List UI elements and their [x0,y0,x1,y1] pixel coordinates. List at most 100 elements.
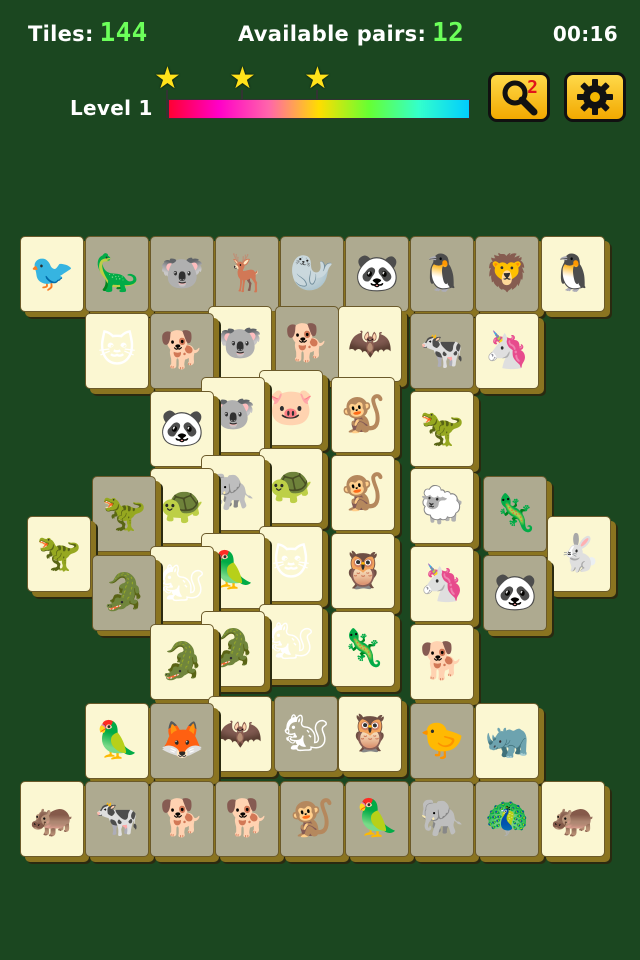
tile-rabbit[interactable]: 🐇 [547,516,611,592]
tile-sheep[interactable]: 🐑 [410,468,474,544]
monkey-icon: 🐒 [289,798,335,839]
dog-icon: 🐕 [224,798,270,839]
tile-crocodile[interactable]: 🐊 [92,555,156,631]
owl-icon: 🦉 [340,550,386,591]
tile-unicorn[interactable]: 🦄 [410,546,474,622]
hippo-icon: 🦛 [29,798,75,839]
dog-icon: 🐕 [159,798,205,839]
pig-icon: 🐷 [268,387,314,428]
tile-chick[interactable]: 🐤 [410,703,474,779]
koala-icon: 🐨 [217,323,263,364]
triceratops-icon: 🦖 [36,533,82,574]
dog-icon: 🐕 [284,323,330,364]
triceratops-icon: 🦖 [101,493,147,534]
tile-seal[interactable]: 🦭 [280,236,344,312]
tile-triceratops[interactable]: 🦖 [410,391,474,467]
parrot-icon: 🦜 [94,720,140,761]
tile-hippo[interactable]: 🦛 [541,781,605,857]
tile-koala[interactable]: 🐨 [150,236,214,312]
rabbit-icon: 🐇 [556,533,602,574]
monkey-icon: 🐒 [340,472,386,513]
tile-panda[interactable]: 🐼 [345,236,409,312]
cat-icon: 🐱 [98,330,136,371]
unicorn-icon: 🦄 [419,563,465,604]
tile-monkey[interactable]: 🐒 [331,377,395,453]
peacock-icon: 🦚 [484,798,530,839]
reindeer-icon: 🦌 [224,253,270,294]
cow-icon: 🐄 [419,330,465,371]
tile-elephant[interactable]: 🐘 [410,781,474,857]
elephant-icon: 🐘 [210,472,256,513]
tile-chameleon[interactable]: 🦎 [483,476,547,552]
pelican-icon: 🐦 [29,253,75,294]
tile-chameleon[interactable]: 🦎 [331,611,395,687]
bat-icon: 🦇 [217,713,263,754]
tile-cow[interactable]: 🐄 [410,313,474,389]
tile-dog[interactable]: 🐕 [150,781,214,857]
tile-owl[interactable]: 🦉 [338,696,402,772]
parrot-icon: 🦜 [210,550,256,591]
crocodile-icon: 🐊 [159,641,205,682]
tile-pelican[interactable]: 🐦 [20,236,84,312]
triceratops-icon: 🦖 [419,408,465,449]
panda-icon: 🐼 [354,253,400,294]
chick-icon: 🐤 [419,720,465,761]
stegosaurus-icon: 🦕 [94,253,140,294]
cat-icon: 🐱 [272,543,310,584]
tile-squirrel[interactable]: 🐿 [274,696,338,772]
tile-reindeer[interactable]: 🦌 [215,236,279,312]
bat-icon: 🦇 [347,323,393,364]
turtle-icon: 🐢 [159,485,205,526]
tile-peacock[interactable]: 🦚 [475,781,539,857]
tile-bat[interactable]: 🦇 [208,696,272,772]
dog-icon: 🐕 [159,330,205,371]
lion-icon: 🦁 [484,253,530,294]
hippo-icon: 🦛 [550,798,596,839]
squirrel-icon: 🐿 [268,621,314,662]
tile-monkey[interactable]: 🐒 [280,781,344,857]
tile-pig[interactable]: 🐷 [259,370,323,446]
tile-squirrel[interactable]: 🐿 [259,604,323,680]
tile-rhino[interactable]: 🦏 [475,703,539,779]
koala-icon: 🐨 [159,253,205,294]
tile-parrot[interactable]: 🦜 [345,781,409,857]
chameleon-icon: 🦎 [340,628,386,669]
cow-icon: 🐄 [94,798,140,839]
squirrel-icon: 🐿 [159,563,205,604]
tile-hippo[interactable]: 🦛 [20,781,84,857]
penguin-icon: 🐧 [550,253,596,294]
tile-cow[interactable]: 🐄 [85,781,149,857]
tile-unicorn[interactable]: 🦄 [475,313,539,389]
dog-icon: 🐕 [419,641,465,682]
mahjong-board: 🐦 🦕 🐨 🦌 🦭 🐼 🐧 🦁 🐧 🐱 🐕 🐨 🐕 🦇 🐄 🦄 🐼 🐨 🐷 🐒 🦖 🦖 🐢 🐘 🐢 🐒 🐑 🦎 🦖 🐇 🐊 🐿 🦜 🐱 🦉 🦄 🐼 🐊 🐊 🐿… [0,0,640,960]
tile-penguin[interactable]: 🐧 [541,236,605,312]
tile-dog[interactable]: 🐕 [410,624,474,700]
penguin-icon: 🐧 [419,253,465,294]
tile-triceratops[interactable]: 🦖 [27,516,91,592]
tile-parrot[interactable]: 🦜 [85,703,149,779]
turtle-icon: 🐢 [268,465,314,506]
fox-icon: 🦊 [159,720,205,761]
tile-cat[interactable]: 🐱 [85,313,149,389]
tile-monkey[interactable]: 🐒 [331,455,395,531]
panda-icon: 🐼 [159,408,205,449]
tile-triceratops[interactable]: 🦖 [92,476,156,552]
owl-icon: 🦉 [347,713,393,754]
tile-cat[interactable]: 🐱 [259,526,323,602]
tile-crocodile[interactable]: 🐊 [150,624,214,700]
tile-bat[interactable]: 🦇 [338,306,402,382]
tile-stegosaurus[interactable]: 🦕 [85,236,149,312]
tile-turtle[interactable]: 🐢 [259,448,323,524]
squirrel-icon: 🐿 [283,713,329,754]
tile-penguin[interactable]: 🐧 [410,236,474,312]
monkey-icon: 🐒 [340,394,386,435]
sheep-icon: 🐑 [419,485,465,526]
tile-dog[interactable]: 🐕 [215,781,279,857]
koala-icon: 🐨 [210,394,256,435]
crocodile-icon: 🐊 [210,628,256,669]
tile-lion[interactable]: 🦁 [475,236,539,312]
tile-owl[interactable]: 🦉 [331,533,395,609]
elephant-icon: 🐘 [419,798,465,839]
tile-panda[interactable]: 🐼 [483,555,547,631]
tile-fox[interactable]: 🦊 [150,703,214,779]
